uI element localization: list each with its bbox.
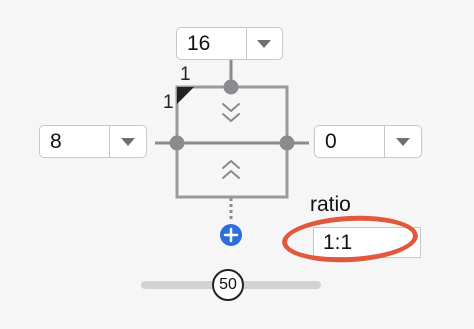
chevron-double-up-icon[interactable]	[222, 160, 240, 179]
ratio-field[interactable]	[313, 227, 421, 258]
chevron-down-icon[interactable]	[121, 138, 135, 146]
ratio-label: ratio	[310, 193, 351, 216]
right-spacing-value[interactable]: 0	[325, 126, 337, 157]
combo-divider	[246, 28, 247, 59]
top-spacing-value[interactable]: 16	[187, 28, 210, 59]
right-handle[interactable]	[279, 135, 295, 151]
corner-label-top: 1	[180, 64, 191, 85]
left-spacing-value[interactable]: 8	[50, 126, 62, 157]
plus-circle-icon[interactable]	[220, 224, 242, 246]
top-spacing-combo[interactable]: 16	[176, 27, 283, 60]
left-spacing-combo[interactable]: 8	[39, 125, 147, 158]
combo-divider	[109, 126, 110, 157]
top-handle[interactable]	[223, 79, 239, 95]
right-spacing-combo[interactable]: 0	[314, 125, 422, 158]
slider-value: 50	[219, 276, 237, 293]
chevron-double-down-icon[interactable]	[222, 103, 240, 122]
chevron-down-icon[interactable]	[396, 138, 410, 146]
ratio-input[interactable]	[314, 228, 420, 257]
corner-label-left: 1	[163, 92, 174, 113]
chevron-down-icon[interactable]	[257, 40, 271, 48]
corner-radius-marker[interactable]	[177, 87, 194, 104]
combo-divider	[384, 126, 385, 157]
left-handle[interactable]	[169, 135, 185, 151]
slider-knob[interactable]: 50	[212, 269, 244, 301]
